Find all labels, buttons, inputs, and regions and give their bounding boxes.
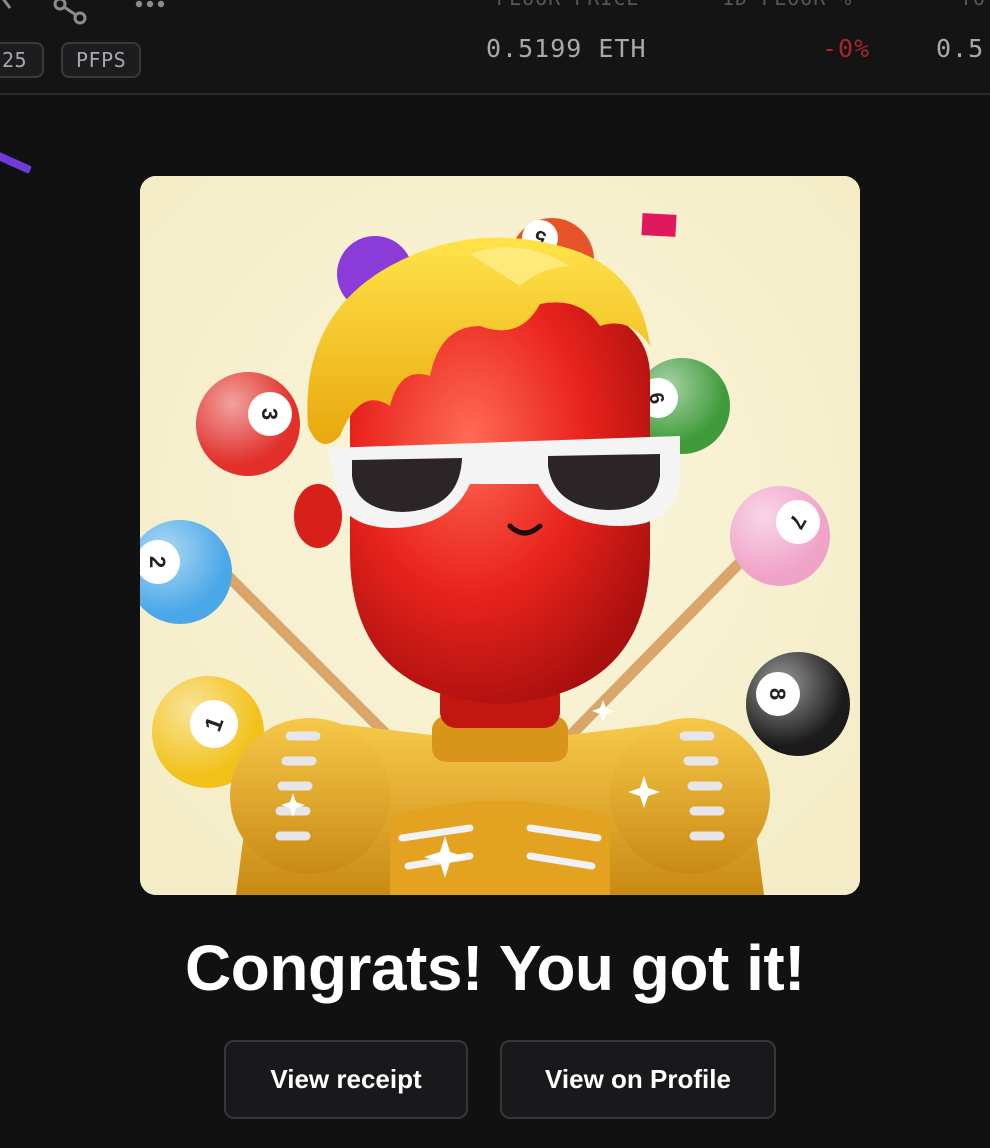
view-on-profile-button[interactable]: View on Profile <box>500 1040 776 1119</box>
congrats-heading: Congrats! You got it! <box>185 932 805 1004</box>
ball-label: 2 <box>145 556 170 568</box>
floor-price-value: 0.5199 ETH <box>486 34 647 63</box>
one-day-floor-label: 1D FLOOR % <box>722 0 852 10</box>
floor-price-label: FLOOR PRICE <box>496 0 639 10</box>
confetti-decoration <box>0 150 32 174</box>
ball-label: 3 <box>257 408 282 420</box>
volume-label: TO <box>960 0 986 10</box>
nft-image: 5 3 6 2 7 1 8 <box>140 176 860 895</box>
view-receipt-button[interactable]: View receipt <box>224 1040 468 1119</box>
filter-chip-pfps[interactable]: PFPS <box>61 42 142 78</box>
one-day-floor-value: -0% <box>822 34 871 63</box>
ball-label: 8 <box>765 688 790 700</box>
more-icon[interactable] <box>134 0 168 17</box>
collection-header: 25 PFPS FLOOR PRICE 1D FLOOR % TO 0.5199… <box>0 0 990 95</box>
filter-chip-count[interactable]: 25 <box>0 42 44 78</box>
volume-value: 0.5 <box>936 34 985 63</box>
share-icon[interactable] <box>52 0 92 31</box>
arrow-icon[interactable] <box>0 0 16 21</box>
